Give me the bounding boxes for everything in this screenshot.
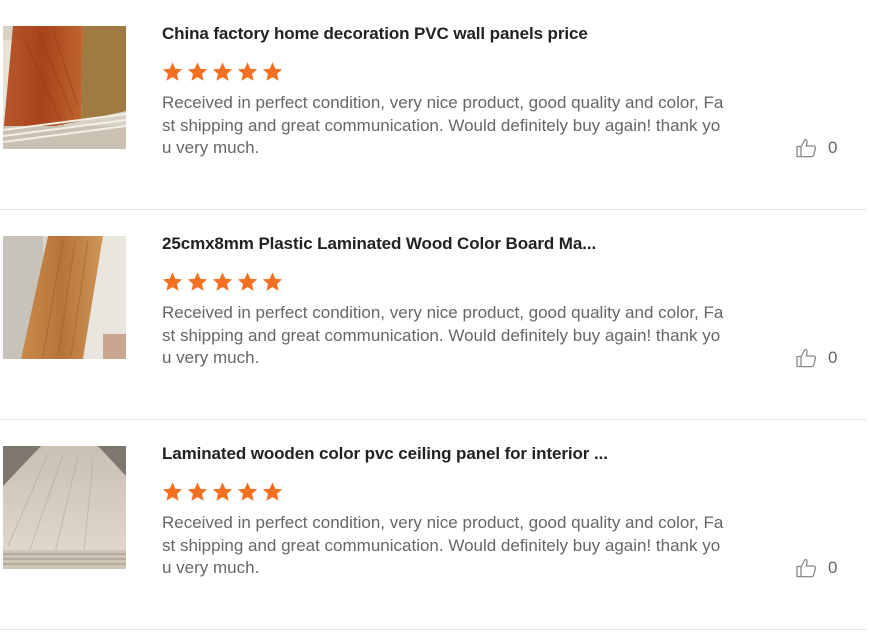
star-icon: [162, 62, 183, 81]
review-text: Received in perfect condition, very nice…: [162, 303, 724, 367]
review-item: Laminated wooden color pvc ceiling panel…: [0, 420, 866, 630]
star-icon: [187, 482, 208, 501]
review-text: Received in perfect condition, very nice…: [162, 513, 724, 577]
star-icon: [187, 272, 208, 291]
star-icon: [262, 62, 283, 81]
star-icon: [162, 272, 183, 291]
product-thumbnail[interactable]: [3, 26, 126, 149]
star-icon: [237, 62, 258, 81]
orange-wood-panel-image: [3, 26, 126, 149]
thumbs-up-icon: [796, 558, 817, 578]
star-icon: [212, 482, 233, 501]
review-list: China factory home decoration PVC wall p…: [0, 0, 870, 630]
review-item: 25cmx8mm Plastic Laminated Wood Color Bo…: [0, 210, 866, 420]
thumbs-up-icon: [796, 348, 817, 368]
star-icon: [162, 482, 183, 501]
product-title[interactable]: 25cmx8mm Plastic Laminated Wood Color Bo…: [162, 234, 596, 254]
like-button[interactable]: 0: [796, 558, 837, 578]
product-title[interactable]: China factory home decoration PVC wall p…: [162, 24, 588, 44]
like-count: 0: [828, 558, 838, 577]
product-thumbnail[interactable]: [3, 236, 126, 359]
star-icon: [237, 482, 258, 501]
star-icon: [262, 482, 283, 501]
star-icon: [187, 62, 208, 81]
product-title[interactable]: Laminated wooden color pvc ceiling panel…: [162, 444, 608, 464]
star-icon: [237, 272, 258, 291]
thumbs-up-icon: [796, 138, 817, 158]
light-wood-ceiling-panel-image: [3, 446, 126, 569]
like-button[interactable]: 0: [796, 348, 837, 368]
product-thumbnail[interactable]: [3, 446, 126, 569]
star-icon: [212, 62, 233, 81]
rating-stars: [161, 481, 284, 503]
rating-stars: [161, 61, 284, 83]
like-button[interactable]: 0: [796, 138, 837, 158]
brown-wood-board-image: [3, 236, 126, 359]
star-icon: [262, 272, 283, 291]
like-count: 0: [828, 138, 838, 157]
review-item: China factory home decoration PVC wall p…: [0, 0, 866, 210]
review-text: Received in perfect condition, very nice…: [162, 93, 724, 157]
rating-stars: [161, 271, 284, 293]
like-count: 0: [828, 348, 838, 367]
star-icon: [212, 272, 233, 291]
